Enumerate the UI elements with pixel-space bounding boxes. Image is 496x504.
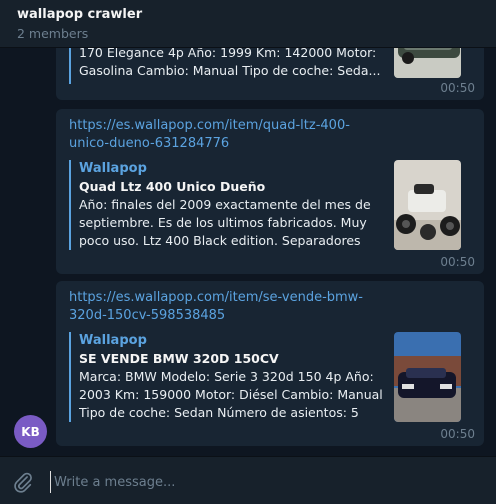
preview-thumbnail[interactable] xyxy=(394,160,461,250)
message-time: 00:50 xyxy=(440,255,475,269)
message-link[interactable]: https://es.wallapop.com/item/quad-ltz-40… xyxy=(69,117,389,153)
chat-header[interactable]: wallapop crawler 2 members xyxy=(0,0,496,48)
message-link[interactable]: https://es.wallapop.com/item/se-vende-bm… xyxy=(69,289,389,325)
preview-thumbnail[interactable] xyxy=(394,332,461,422)
message-composer xyxy=(0,456,496,504)
message-input[interactable] xyxy=(50,471,470,493)
member-count: 2 members xyxy=(17,26,89,41)
message-list[interactable]: 170 Elegance 4p Año: 1999 Km: 142000 Mot… xyxy=(0,48,496,456)
message-bubble[interactable]: 170 Elegance 4p Año: 1999 Km: 142000 Mot… xyxy=(56,48,484,100)
link-preview[interactable]: 170 Elegance 4p Año: 1999 Km: 142000 Mot… xyxy=(69,48,473,84)
preview-description: Marca: BMW Modelo: Serie 3 320d 150 4p A… xyxy=(79,369,383,420)
preview-description: Año: finales del 2009 exactamente del me… xyxy=(79,197,371,248)
chat-title: wallapop crawler xyxy=(17,7,143,22)
message-time: 00:50 xyxy=(440,81,475,95)
preview-description: 170 Elegance 4p Año: 1999 Km: 142000 Mot… xyxy=(79,48,381,78)
message-bubble[interactable]: https://es.wallapop.com/item/se-vende-bm… xyxy=(56,281,484,446)
avatar[interactable]: KB xyxy=(14,415,47,448)
link-preview[interactable]: Wallapop SE VENDE BMW 320D 150CV Marca: … xyxy=(69,332,473,422)
message-time: 00:50 xyxy=(440,427,475,441)
link-preview[interactable]: Wallapop Quad Ltz 400 Unico Dueño Año: f… xyxy=(69,160,473,250)
preview-thumbnail[interactable] xyxy=(394,48,461,78)
paperclip-icon[interactable] xyxy=(12,471,34,493)
message-bubble[interactable]: https://es.wallapop.com/item/quad-ltz-40… xyxy=(56,109,484,274)
